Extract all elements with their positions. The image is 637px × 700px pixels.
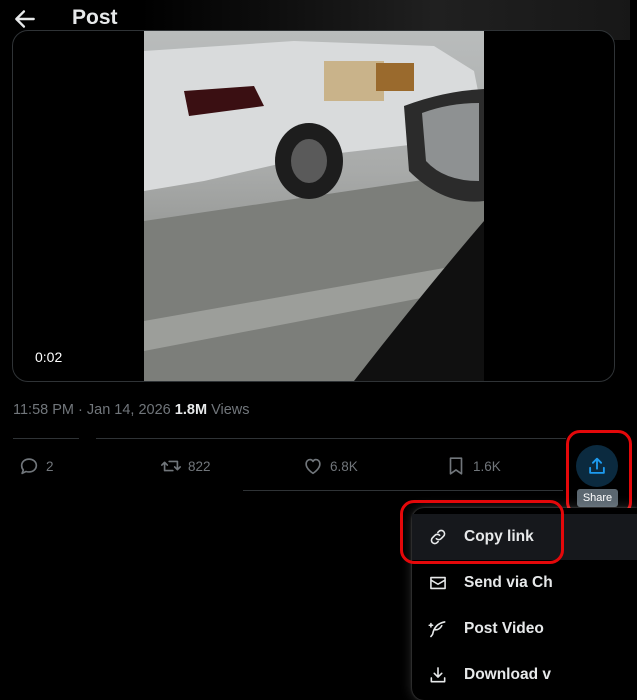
reply-icon (20, 458, 38, 475)
reply-count: 2 (46, 458, 54, 474)
post-date[interactable]: Jan 14, 2026 (87, 402, 171, 418)
divider-bottom (243, 490, 563, 491)
download-icon (430, 667, 446, 683)
video-player[interactable] (144, 31, 484, 381)
share-highlight-box (566, 430, 632, 516)
bookmark-button[interactable]: 1.6K (445, 452, 501, 480)
reply-button[interactable]: 2 (18, 452, 54, 480)
views-count: 1.8M (174, 402, 208, 418)
video-frame-image (144, 41, 484, 381)
copy-link-highlight-box (400, 500, 564, 564)
video-timestamp: 0:02 (35, 349, 63, 365)
post-meta: 11:58 PM · Jan 14, 2026 1.8M Views (13, 402, 249, 418)
envelope-icon (430, 576, 446, 590)
bookmark-count: 1.6K (473, 458, 501, 474)
divider-top-left (13, 438, 79, 439)
meta-separator: · (74, 402, 87, 418)
like-count: 6.8K (330, 458, 358, 474)
repost-icon (161, 460, 181, 472)
quill-icon (428, 621, 446, 638)
repost-count: 822 (188, 458, 211, 474)
media-container[interactable]: 0:02 (12, 30, 615, 382)
menu-item-label: Send via Ch (464, 574, 553, 591)
post-time[interactable]: 11:58 PM (13, 402, 74, 418)
menu-item-send-via-chat[interactable]: Send via Ch (412, 560, 637, 606)
menu-item-label: Post Video (464, 620, 544, 637)
menu-item-label: Download v (464, 666, 551, 683)
page-title: Post (72, 6, 118, 29)
repost-button[interactable]: 822 (160, 452, 211, 480)
divider-top (96, 438, 566, 439)
back-button[interactable] (12, 6, 38, 32)
views-label: Views (211, 402, 250, 418)
bookmark-icon (449, 457, 463, 475)
arrow-left-icon (15, 10, 35, 28)
like-button[interactable]: 6.8K (302, 452, 358, 480)
menu-item-post-video[interactable]: Post Video (412, 606, 637, 652)
menu-item-download-video[interactable]: Download v (412, 652, 637, 698)
heart-icon (305, 458, 321, 475)
